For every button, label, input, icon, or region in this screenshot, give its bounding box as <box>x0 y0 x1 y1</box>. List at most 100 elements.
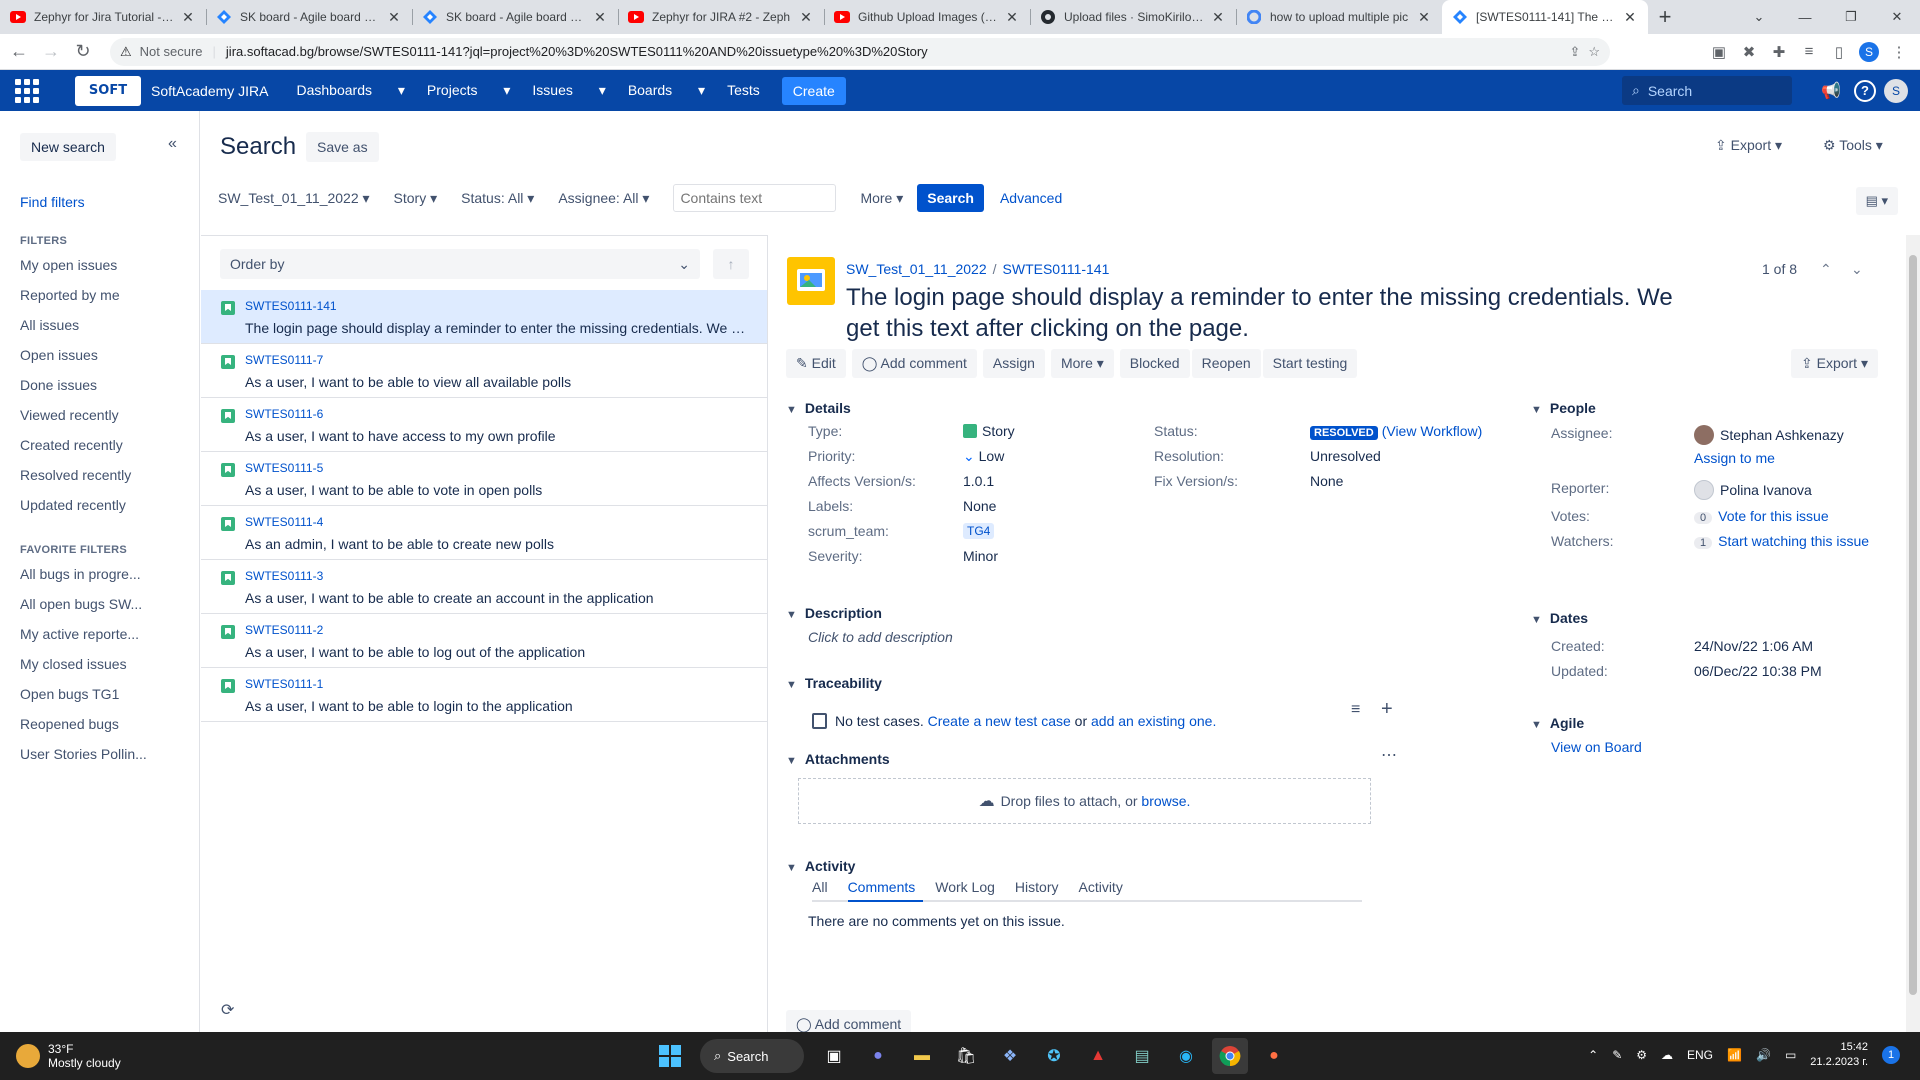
menu-projects[interactable]: Projects ▾ <box>427 82 511 99</box>
create-button[interactable]: Create <box>781 76 846 105</box>
start-testing-button[interactable]: Start testing <box>1262 349 1358 378</box>
list-item[interactable]: SWTES0111-1 As a user, I want to be able … <box>201 668 767 722</box>
reporter-value[interactable]: Polina Ivanova <box>1694 480 1812 500</box>
menu-issues[interactable]: Issues ▾ <box>532 82 605 99</box>
edge-icon[interactable]: ◉ <box>1168 1038 1204 1074</box>
tab-activity[interactable]: Activity <box>1078 879 1130 900</box>
microsoft-store-icon[interactable]: 🛍 <box>948 1038 984 1074</box>
extension-icon[interactable]: ▣ <box>1704 37 1734 67</box>
browser-tab[interactable]: SK board - Agile board - Ji ✕ <box>412 0 618 34</box>
sidebar-favorite-item[interactable]: All bugs in progre... <box>20 566 141 582</box>
labels-value[interactable]: None <box>963 498 996 514</box>
activity-section-toggle[interactable]: ▼ Activity <box>786 858 855 874</box>
close-tab-icon[interactable]: ✕ <box>1210 9 1226 26</box>
refresh-icon[interactable]: ⟳ <box>221 1000 234 1020</box>
view-workflow-link[interactable]: (View Workflow) <box>1382 423 1483 439</box>
find-filters-link[interactable]: Find filters <box>20 194 85 210</box>
layout-switcher-button[interactable]: ▤ ▾ <box>1855 187 1898 215</box>
mcafee-icon[interactable]: ▲ <box>1080 1038 1116 1074</box>
close-tab-icon[interactable]: ✕ <box>1416 9 1432 26</box>
app-icon[interactable]: ✪ <box>1036 1038 1072 1074</box>
volume-icon[interactable]: 🔊 <box>1756 1048 1771 1062</box>
sidebar-filter-item[interactable]: Viewed recently <box>20 407 119 423</box>
browser-tab[interactable]: how to upload multiple pic ✕ <box>1236 0 1442 34</box>
status-filter[interactable]: Status: All ▾ <box>461 190 534 207</box>
chrome-menu-icon[interactable]: ⋮ <box>1884 37 1914 67</box>
sidebar-favorite-item[interactable]: Open bugs TG1 <box>20 686 119 702</box>
reopen-button[interactable]: Reopen <box>1191 349 1261 378</box>
add-test-icon[interactable]: + <box>1381 698 1393 721</box>
tools-button[interactable]: ⚙ Tools ▾ <box>1823 137 1883 154</box>
agile-section-toggle[interactable]: ▼ Agile <box>1531 715 1584 731</box>
battery-icon[interactable]: ▭ <box>1785 1048 1796 1062</box>
sidebar-filter-item[interactable]: Reported by me <box>20 287 120 303</box>
more-options-icon[interactable]: ⋯ <box>1381 745 1397 765</box>
address-bar[interactable]: ⚠ Not secure | jira.softacad.bg/browse/S… <box>110 37 1610 66</box>
reading-list-icon[interactable]: ≡ <box>1794 37 1824 67</box>
teams-chat-icon[interactable]: ● <box>860 1038 896 1074</box>
file-explorer-icon[interactable]: ▬ <box>904 1038 940 1074</box>
close-tab-icon[interactable]: ✕ <box>1004 9 1020 26</box>
clock[interactable]: 15:42 21.2.2023 г. <box>1810 1040 1868 1070</box>
menu-boards[interactable]: Boards ▾ <box>628 82 705 99</box>
windows-start-icon[interactable] <box>652 1038 688 1074</box>
browser-tab[interactable]: SK board - Agile board - Ji ✕ <box>206 0 412 34</box>
sidebar-filter-item[interactable]: Updated recently <box>20 497 126 513</box>
page-scrollbar[interactable] <box>1906 235 1920 1032</box>
issue-key[interactable]: SWTES0111-5 <box>245 461 323 475</box>
app-icon[interactable]: ● <box>1256 1038 1292 1074</box>
edit-button[interactable]: ✎ Edit <box>786 349 846 378</box>
browser-tab[interactable]: Github Upload Images (20 ✕ <box>824 0 1030 34</box>
brand-name[interactable]: SoftAcademy JIRA <box>151 83 269 99</box>
issue-key[interactable]: SWTES0111-7 <box>245 353 323 367</box>
language-indicator[interactable]: ENG <box>1687 1048 1713 1062</box>
browser-tab[interactable]: Zephyr for JIRA #2 - Zeph ✕ <box>618 0 824 34</box>
app-switcher-icon[interactable] <box>12 76 42 106</box>
reload-icon[interactable]: ↻ <box>70 39 96 65</box>
close-tab-icon[interactable]: ✕ <box>592 9 608 26</box>
menu-dashboards[interactable]: Dashboards ▾ <box>297 82 405 99</box>
side-panel-icon[interactable]: ▯ <box>1824 37 1854 67</box>
notification-badge[interactable]: 1 <box>1882 1046 1900 1064</box>
view-on-board-link[interactable]: View on Board <box>1551 739 1642 755</box>
project-avatar[interactable] <box>787 257 835 305</box>
issue-key[interactable]: SWTES0111-6 <box>245 407 323 421</box>
scrum-team-value[interactable]: TG4 <box>963 522 995 539</box>
attachments-section-toggle[interactable]: ▼ Attachments <box>786 751 890 767</box>
blocked-button[interactable]: Blocked <box>1119 349 1190 378</box>
sidebar-favorite-item[interactable]: Reopened bugs <box>20 716 119 732</box>
close-tab-icon[interactable]: ✕ <box>386 9 402 26</box>
close-tab-icon[interactable]: ✕ <box>798 9 814 26</box>
issue-key[interactable]: SWTES0111-2 <box>245 623 323 637</box>
issue-key[interactable]: SWTES0111-1 <box>245 677 323 691</box>
sidebar-filter-item[interactable]: Resolved recently <box>20 467 131 483</box>
user-avatar[interactable]: S <box>1884 78 1908 103</box>
fix-version-value[interactable]: None <box>1310 473 1343 489</box>
add-existing-test-link[interactable]: add an existing one. <box>1091 713 1216 729</box>
softacademy-logo[interactable]: SOFT <box>75 75 141 106</box>
close-window-icon[interactable]: ✕ <box>1874 0 1920 34</box>
new-tab-button[interactable]: + <box>1648 0 1682 34</box>
tab-all[interactable]: All <box>812 879 836 900</box>
issue-key[interactable]: SWTES0111-141 <box>245 299 337 313</box>
issue-key[interactable]: SWTES0111-3 <box>245 569 323 583</box>
next-issue-icon[interactable]: ⌄ <box>1851 261 1863 278</box>
tab-search-icon[interactable]: ⌄ <box>1736 0 1782 34</box>
sidebar-filter-item[interactable]: All issues <box>20 317 79 333</box>
list-item[interactable]: SWTES0111-6 As a user, I want to have acc… <box>201 398 767 452</box>
tray-app-icon[interactable]: ⚙ <box>1636 1048 1647 1062</box>
issue-summary-title[interactable]: The login page should display a reminder… <box>846 282 1686 344</box>
save-as-button[interactable]: Save as <box>306 132 379 162</box>
sidebar-filter-item[interactable]: My open issues <box>20 257 117 273</box>
browser-tab[interactable]: Upload files · SimoKirilov/f ✕ <box>1030 0 1236 34</box>
description-placeholder[interactable]: Click to add description <box>808 629 953 645</box>
extension-icon[interactable]: ✖ <box>1734 37 1764 67</box>
watch-link[interactable]: Start watching this issue <box>1718 533 1869 549</box>
wifi-icon[interactable]: 📶 <box>1727 1048 1742 1062</box>
sidebar-filter-item[interactable]: Open issues <box>20 347 98 363</box>
tray-app-icon[interactable]: ✎ <box>1612 1048 1622 1062</box>
minimize-icon[interactable]: — <box>1782 0 1828 34</box>
breadcrumb-issue-key[interactable]: SWTES0111-141 <box>1003 261 1110 277</box>
create-test-case-link[interactable]: Create a new test case <box>928 713 1071 729</box>
affects-version-value[interactable]: 1.0.1 <box>963 473 994 489</box>
